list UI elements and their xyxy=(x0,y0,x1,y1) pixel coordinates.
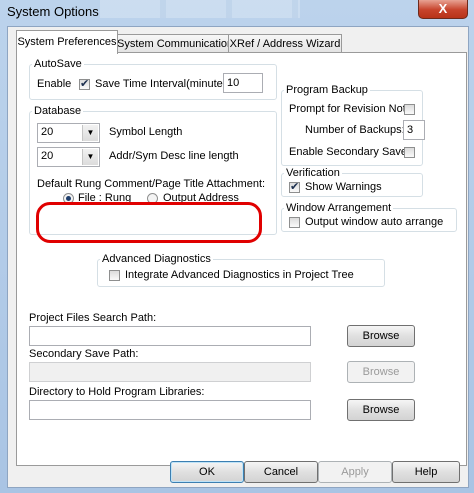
desc-length-label: Addr/Sym Desc line length xyxy=(109,150,239,162)
desc-length-select[interactable]: 20 ▼ xyxy=(37,147,100,167)
autosave-enable-label: Enable xyxy=(37,78,72,90)
symbol-length-value: 20 xyxy=(41,126,54,138)
secondary-path-label: Secondary Save Path: xyxy=(29,348,139,360)
red-highlight-annotation xyxy=(36,202,262,243)
advanced-diagnostics-group-title: Advanced Diagnostics xyxy=(100,253,213,265)
project-path-input[interactable] xyxy=(29,326,311,346)
tab-panel-system-preferences: AutoSave Enable Save Time Interval(minut… xyxy=(16,52,467,466)
symbol-length-select[interactable]: 20 ▼ xyxy=(37,123,100,143)
chevron-down-icon[interactable]: ▼ xyxy=(82,125,98,141)
symbol-length-label: Symbol Length xyxy=(109,126,183,138)
rung-attachment-title: Default Rung Comment/Page Title Attachme… xyxy=(37,178,266,190)
number-of-backups-label: Number of Backups: xyxy=(305,124,405,136)
chevron-down-icon[interactable]: ▼ xyxy=(82,149,98,165)
tab-xref-address-wizard[interactable]: XRef / Address Wizard xyxy=(228,34,342,53)
autosave-group-title: AutoSave xyxy=(32,58,84,70)
prompt-revision-label: Prompt for Revision Note xyxy=(289,103,412,115)
close-button[interactable]: X xyxy=(418,0,468,19)
ok-button[interactable]: OK xyxy=(170,461,244,483)
dialog-client-area: System Preferences System Communications… xyxy=(7,26,469,488)
autosave-enable-checkbox[interactable] xyxy=(79,77,90,90)
show-warnings-label: Show Warnings xyxy=(305,181,382,193)
show-warnings-checkbox[interactable] xyxy=(289,180,300,193)
integrate-diagnostics-checkbox[interactable] xyxy=(109,270,120,281)
title-bar[interactable]: System Options X xyxy=(0,0,474,24)
desc-length-value: 20 xyxy=(41,150,54,162)
verification-group-title: Verification xyxy=(284,167,342,179)
libraries-path-label: Directory to Hold Program Libraries: xyxy=(29,386,205,398)
secondary-save-checkbox[interactable] xyxy=(404,147,415,158)
number-of-backups-input[interactable]: 3 xyxy=(403,120,425,140)
project-path-label: Project Files Search Path: xyxy=(29,312,157,324)
browse-secondary-path-button[interactable]: Browse xyxy=(347,361,415,383)
browse-project-path-button[interactable]: Browse xyxy=(347,325,415,347)
background-window-ghost xyxy=(100,0,300,18)
tab-system-preferences[interactable]: System Preferences xyxy=(16,30,118,54)
apply-button[interactable]: Apply xyxy=(318,461,392,483)
window-arrangement-group-title: Window Arrangement xyxy=(284,202,394,214)
libraries-path-input[interactable] xyxy=(29,400,311,420)
integrate-diagnostics-label: Integrate Advanced Diagnostics in Projec… xyxy=(125,269,354,281)
system-options-window: System Options X System Preferences Syst… xyxy=(0,0,474,493)
tab-system-communications[interactable]: System Communications xyxy=(116,34,239,53)
auto-arrange-label: Output window auto arrange xyxy=(305,216,444,228)
prompt-revision-checkbox[interactable] xyxy=(404,104,415,115)
browse-libraries-path-button[interactable]: Browse xyxy=(347,399,415,421)
database-group-title: Database xyxy=(32,105,84,117)
secondary-path-input[interactable] xyxy=(29,362,311,382)
secondary-save-label: Enable Secondary Save xyxy=(289,146,408,158)
help-button[interactable]: Help xyxy=(392,461,460,483)
program-backup-group-title: Program Backup xyxy=(284,84,370,96)
cancel-button[interactable]: Cancel xyxy=(244,461,318,483)
save-interval-input[interactable]: 10 xyxy=(223,73,263,93)
save-interval-label: Save Time Interval(minutes): xyxy=(95,78,235,90)
auto-arrange-checkbox[interactable] xyxy=(289,217,300,228)
window-title: System Options xyxy=(7,4,99,19)
